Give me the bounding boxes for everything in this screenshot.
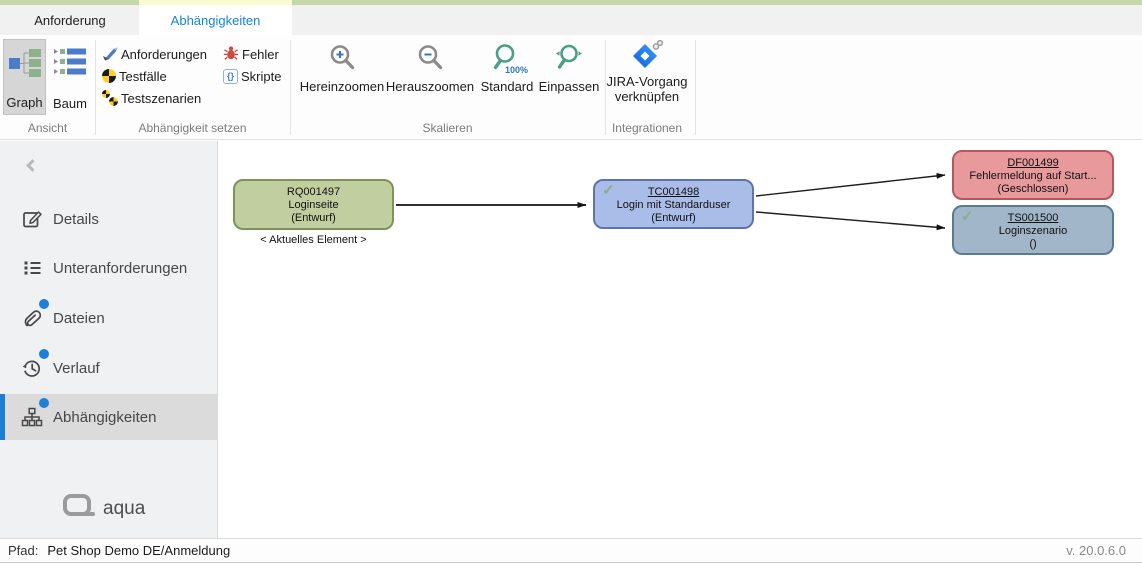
- tree-view-label: Baum: [53, 96, 87, 115]
- requirement-pencil-icon: [102, 45, 118, 64]
- tab-abhaengigkeiten[interactable]: Abhängigkeiten: [139, 5, 292, 35]
- node-title: Login mit Standarduser: [595, 199, 752, 212]
- sidebar-item-dateien[interactable]: Dateien: [0, 295, 218, 341]
- graph-node-testscenario[interactable]: ✓ TS001500 Loginszenario (): [952, 205, 1114, 255]
- group-label-dependencies: Abhängigkeit setzen: [105, 121, 280, 135]
- zoom-standard-button[interactable]: 100% Standard: [476, 40, 538, 120]
- node-title: Fehlermeldung auf Start...: [954, 170, 1112, 183]
- ribbon: Graph Baum Ansicht: [0, 35, 1142, 140]
- link-testscenarios-label: Testszenarien: [121, 91, 201, 106]
- aqua-logo: aqua: [62, 493, 145, 524]
- link-requirements-label: Anforderungen: [121, 47, 207, 62]
- zoom-fit-icon: [554, 43, 584, 77]
- link-scripts-label: Skripte: [241, 69, 281, 84]
- sidebar: Details Unteranforderungen Dateien: [0, 141, 218, 538]
- path-value: Pet Shop Demo DE/Anmeldung: [47, 543, 230, 558]
- zoom-in-icon: [327, 43, 357, 77]
- node-id-link[interactable]: TC001498: [595, 186, 752, 199]
- zoom-fit-button[interactable]: Einpassen: [536, 40, 602, 120]
- tab-bar: Anforderung Abhängigkeiten: [0, 5, 1142, 35]
- link-testcases-button[interactable]: Testfälle: [102, 66, 167, 86]
- aqua-logo-text: aqua: [103, 498, 145, 520]
- tab-anforderung[interactable]: Anforderung: [5, 5, 135, 35]
- check-icon: ✓: [602, 184, 615, 197]
- node-title: Loginszenario: [954, 225, 1112, 238]
- path-label: Pfad:: [8, 543, 38, 558]
- sidebar-collapse-button[interactable]: [24, 159, 38, 173]
- jira-icon: [631, 40, 664, 74]
- check-icon: ✓: [961, 210, 974, 223]
- jira-link-button[interactable]: JIRA-Vorgang verknüpfen: [600, 40, 694, 128]
- sidebar-item-verlauf-label: Verlauf: [53, 360, 100, 377]
- link-testcases-label: Testfälle: [119, 69, 167, 84]
- link-testscenarios-button[interactable]: Testszenarien: [102, 88, 201, 108]
- sidebar-item-abhaengigkeiten[interactable]: Abhängigkeiten: [0, 394, 218, 440]
- sidebar-item-unteranforderungen[interactable]: Unteranforderungen: [0, 245, 218, 291]
- link-scripts-button[interactable]: {} Skripte: [223, 66, 281, 86]
- zoom-out-icon: [415, 43, 445, 77]
- tree-view-icon: [53, 47, 87, 80]
- tree-view-button[interactable]: Baum: [48, 39, 92, 115]
- notification-dot: [39, 398, 49, 408]
- sidebar-item-details-label: Details: [53, 211, 99, 228]
- status-bar: Pfad: Pet Shop Demo DE/Anmeldung v. 20.0…: [0, 538, 1142, 562]
- group-label-skalieren: Skalieren: [390, 121, 505, 135]
- dependency-graph-canvas[interactable]: RQ001497 Loginseite (Entwurf) < Aktuelle…: [219, 141, 1142, 538]
- link-defects-button[interactable]: Fehler: [223, 44, 279, 64]
- zoom-out-label: Herauszoomen: [386, 79, 474, 94]
- group-separator: [695, 40, 696, 135]
- current-element-annotation: < Aktuelles Element >: [233, 234, 394, 246]
- node-title: Loginseite: [235, 199, 392, 212]
- node-status: (Entwurf): [235, 212, 392, 225]
- jira-link-label-line1: JIRA-Vorgang: [607, 74, 688, 89]
- group-separator: [95, 40, 96, 135]
- bug-icon: [223, 45, 239, 64]
- notification-dot: [39, 349, 49, 359]
- link-requirements-button[interactable]: Anforderungen: [102, 44, 207, 64]
- sidebar-item-unteranforderungen-label: Unteranforderungen: [53, 260, 187, 277]
- zoom-in-label: Hereinzoomen: [300, 79, 385, 94]
- jira-link-label-line2: verknüpfen: [615, 89, 679, 104]
- zoom-in-button[interactable]: Hereinzoomen: [299, 40, 385, 120]
- version-label: v. 20.0.6.0: [1066, 543, 1126, 558]
- sidebar-item-abhaengigkeiten-label: Abhängigkeiten: [53, 409, 156, 426]
- graph-node-requirement[interactable]: RQ001497 Loginseite (Entwurf): [233, 179, 394, 230]
- graph-node-testcase[interactable]: ✓ TC001498 Login mit Standarduser (Entwu…: [593, 179, 754, 229]
- script-braces-icon: {}: [223, 69, 238, 84]
- notification-dot: [39, 299, 49, 309]
- zoom-fit-label: Einpassen: [539, 79, 600, 94]
- testscenario-icon: [102, 90, 118, 106]
- node-id-link[interactable]: DF001499: [954, 157, 1112, 170]
- zoom-percentage: 100%: [505, 65, 528, 75]
- group-label-integrationen: Integrationen: [600, 121, 694, 135]
- graph-view-icon: [8, 48, 42, 81]
- node-id: RQ001497: [235, 186, 392, 199]
- node-id-link[interactable]: TS001500: [954, 212, 1112, 225]
- orgchart-icon: [20, 406, 44, 428]
- group-label-ansicht: Ansicht: [10, 121, 85, 135]
- graph-view-button[interactable]: Graph: [3, 39, 46, 115]
- sidebar-item-dateien-label: Dateien: [53, 310, 105, 327]
- node-status: (Geschlossen): [954, 183, 1112, 196]
- node-status: (): [954, 238, 1112, 251]
- chevron-left-icon: [26, 159, 39, 172]
- zoom-out-button[interactable]: Herauszoomen: [384, 40, 476, 120]
- testcase-icon: [102, 69, 116, 83]
- history-icon: [20, 357, 44, 379]
- edit-icon: [20, 208, 44, 230]
- graph-node-defect[interactable]: DF001499 Fehlermeldung auf Start... (Ges…: [952, 150, 1114, 200]
- graph-view-label: Graph: [6, 95, 42, 114]
- node-status: (Entwurf): [595, 212, 752, 225]
- paperclip-icon: [20, 307, 44, 329]
- group-separator: [290, 40, 291, 135]
- sidebar-item-verlauf[interactable]: Verlauf: [0, 345, 218, 391]
- zoom-standard-label: Standard: [481, 79, 534, 94]
- list-icon: [20, 257, 44, 279]
- link-defects-label: Fehler: [242, 47, 279, 62]
- sidebar-item-details[interactable]: Details: [0, 196, 218, 242]
- zoom-standard-icon: 100%: [492, 43, 522, 77]
- aqua-logo-icon: [62, 493, 96, 524]
